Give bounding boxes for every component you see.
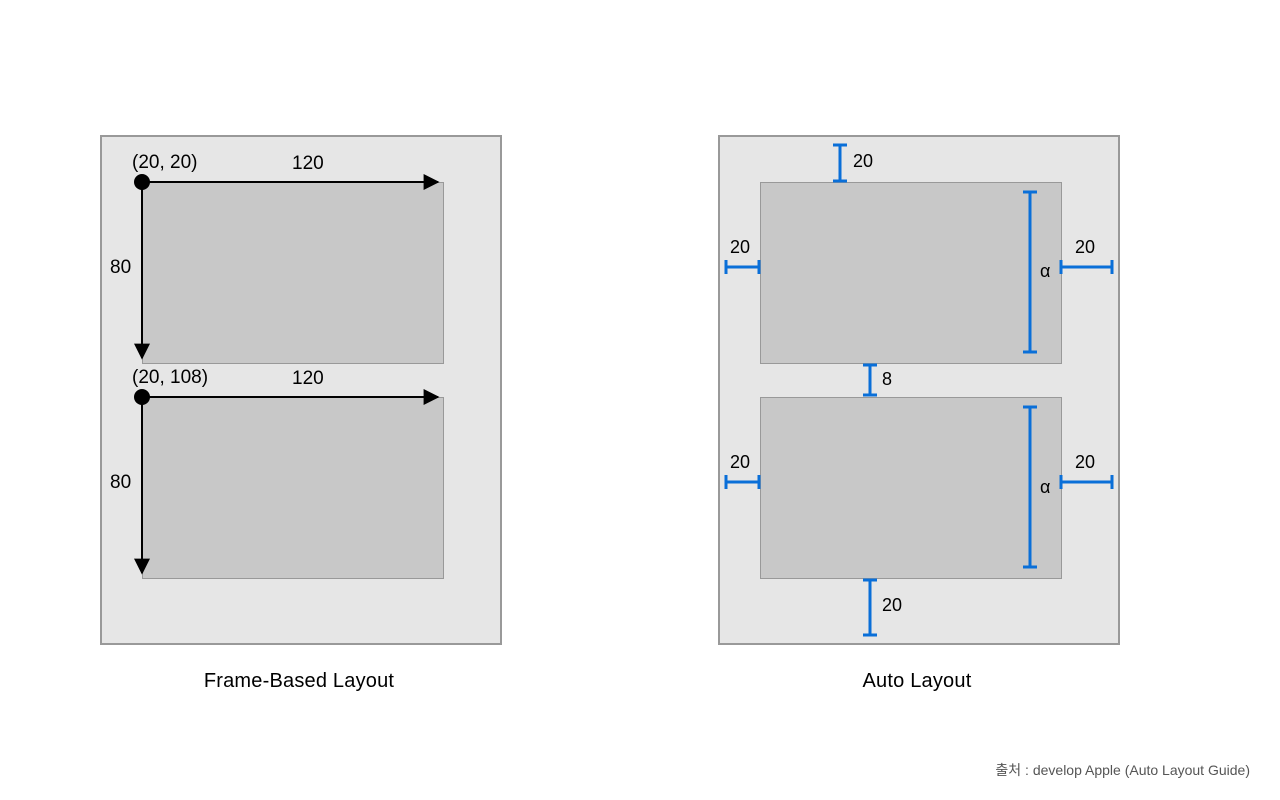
row1-height-label: α (1040, 261, 1050, 282)
frame-box-2 (142, 397, 444, 579)
frame-based-panel: (20, 20) 120 80 (20, 108) 120 80 (100, 135, 502, 645)
diagram-stage: (20, 20) 120 80 (20, 108) 120 80 Frame-B… (0, 0, 1280, 800)
frame-based-caption: Frame-Based Layout (100, 670, 498, 693)
top-margin-label: 20 (853, 151, 873, 172)
row1-leading-label: 20 (730, 237, 750, 258)
height-label-1: 80 (110, 257, 131, 279)
auto-layout-panel: 20 20 20 α 8 20 20 α 20 (718, 135, 1120, 645)
auto-box-1 (760, 182, 1062, 364)
auto-box-2 (760, 397, 1062, 579)
row1-trailing-label: 20 (1075, 237, 1095, 258)
width-label-1: 120 (292, 153, 324, 175)
row2-height-label: α (1040, 477, 1050, 498)
frame-box-1 (142, 182, 444, 364)
height-label-2: 80 (110, 472, 131, 494)
origin-dot-1 (134, 174, 150, 190)
bottom-margin-label: 20 (882, 595, 902, 616)
row2-trailing-label: 20 (1075, 452, 1095, 473)
auto-layout-caption: Auto Layout (718, 670, 1116, 693)
gap-label: 8 (882, 369, 892, 390)
width-label-2: 120 (292, 368, 324, 390)
origin-label-1: (20, 20) (132, 152, 197, 174)
row2-leading-label: 20 (730, 452, 750, 473)
origin-label-2: (20, 108) (132, 367, 208, 389)
image-credit: 출처 : develop Apple (Auto Layout Guide) (995, 760, 1250, 780)
origin-dot-2 (134, 389, 150, 405)
